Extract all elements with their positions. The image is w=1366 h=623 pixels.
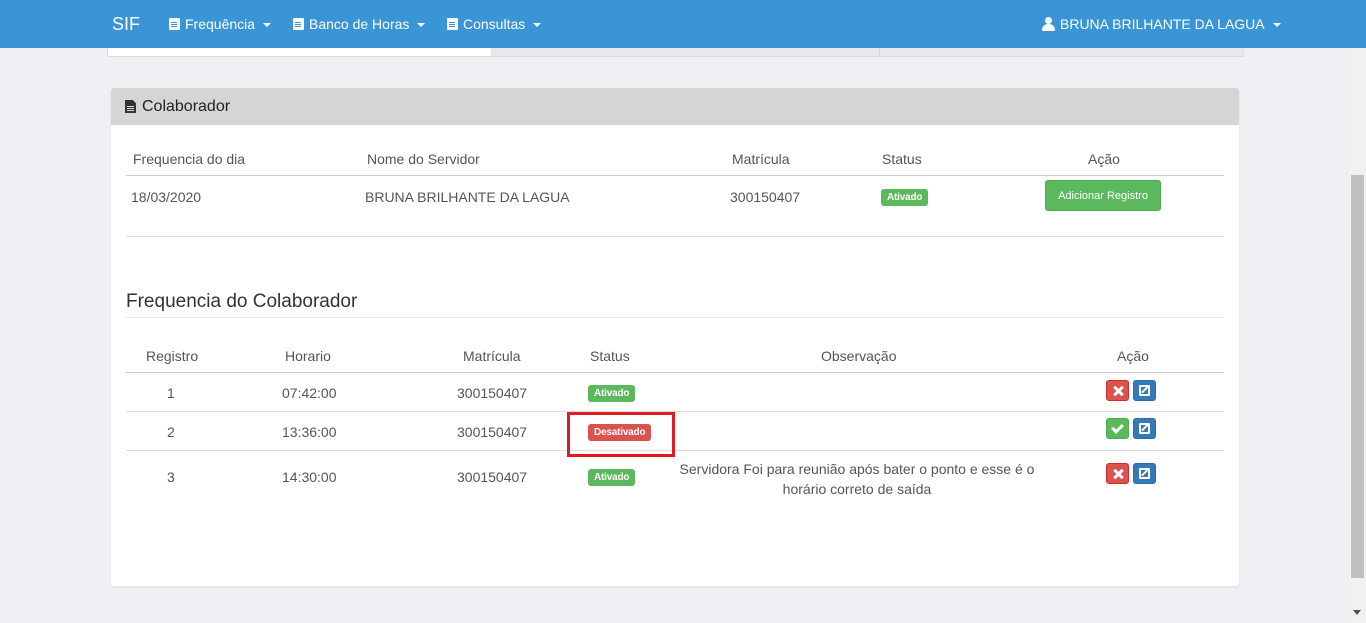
check-icon: [1111, 420, 1124, 434]
freq-header-registro: Registro: [146, 348, 199, 364]
close-icon: [1113, 386, 1123, 396]
menu-banco-de-horas[interactable]: Banco de Horas: [293, 16, 426, 32]
user-menu-label: BRUNA BRILHANTE DA LAGUA: [1060, 16, 1265, 32]
freq-header-matricula: Matrícula: [463, 348, 521, 364]
observacao-line-1: Servidora Foi para reunião após bater o …: [679, 461, 1035, 477]
menu-frequencia-label: Frequência: [185, 16, 256, 32]
freq-row-3-edit-button[interactable]: [1133, 463, 1156, 484]
freq-row-1-status-badge: Ativado: [588, 385, 636, 402]
col-header-status: Status: [882, 151, 922, 167]
freq-row-2-registro: 2: [167, 424, 175, 440]
active-tab-segment: [108, 48, 491, 56]
section-divider: [126, 317, 1224, 318]
top-navbar: SIF Frequência Banco de Horas Consultas …: [0, 0, 1366, 48]
edit-icon: [1139, 385, 1150, 396]
menu-frequencia[interactable]: Frequência: [169, 16, 272, 32]
file-icon: [125, 100, 136, 113]
freq-row-1-registro: 1: [167, 385, 175, 401]
adicionar-registro-button[interactable]: Adicionar Registro: [1045, 180, 1161, 211]
freq-row-2-activate-button[interactable]: [1106, 418, 1129, 439]
caret-down-icon: [417, 23, 426, 27]
user-icon: [1042, 17, 1055, 31]
page-scrollbar-thumb[interactable]: [1351, 175, 1364, 578]
freq-row-3-status-badge: Ativado: [588, 469, 636, 486]
freq-row-2-matricula: 300150407: [457, 424, 528, 440]
freq-row-1-horario: 07:42:00: [282, 385, 337, 401]
menu-banco-de-horas-label: Banco de Horas: [309, 16, 410, 32]
colaborador-panel: Colaborador Frequencia do dia Nome do Se…: [111, 88, 1239, 586]
document-search-icon: [447, 18, 458, 30]
scroll-down-arrow-icon[interactable]: [1353, 610, 1361, 615]
caret-down-icon: [533, 23, 542, 27]
freq-row-1-edit-button[interactable]: [1133, 380, 1156, 401]
status-badge: Ativado: [881, 189, 929, 206]
freq-row-3-delete-button[interactable]: [1106, 463, 1129, 484]
freq-row-1-matricula: 300150407: [457, 385, 528, 401]
freq-row-1-delete-button[interactable]: [1106, 380, 1129, 401]
freq-row-3-matricula: 300150407: [457, 469, 528, 485]
caret-down-icon: [1272, 23, 1281, 27]
close-icon: [1113, 469, 1123, 479]
freq-header-horario: Horario: [285, 348, 331, 364]
document-icon: [293, 18, 304, 30]
brand-logo[interactable]: SIF: [112, 14, 140, 35]
col-header-frequencia-dia: Frequencia do dia: [133, 151, 246, 167]
col-header-matricula: Matrícula: [732, 151, 790, 167]
edit-icon: [1139, 423, 1150, 434]
row-divider: [126, 236, 1224, 237]
top-tab-strip: [107, 48, 1244, 57]
col-header-acao: Ação: [1088, 151, 1120, 167]
freq-header-acao: Ação: [1117, 348, 1149, 364]
menu-consultas-label: Consultas: [463, 16, 526, 32]
col-header-nome: Nome do Servidor: [367, 151, 480, 167]
freq-row-3-observacao: Servidora Foi para reunião após bater o …: [677, 459, 1037, 499]
cell-data: 18/03/2020: [131, 189, 202, 205]
highlight-annotation-box: [567, 412, 675, 457]
tab-divider: [879, 48, 880, 56]
freq-row-2-edit-button[interactable]: [1133, 418, 1156, 439]
section-title-frequencia: Frequencia do Colaborador: [126, 291, 358, 312]
calendar-clock-icon: [169, 18, 180, 30]
observacao-line-2: horário correto de saída: [782, 481, 932, 497]
panel-title: Colaborador: [142, 97, 231, 115]
header-divider: [126, 175, 1224, 176]
freq-row-3-horario: 14:30:00: [282, 469, 337, 485]
freq-row-divider: [126, 411, 1224, 412]
freq-header-status: Status: [590, 348, 630, 364]
menu-consultas[interactable]: Consultas: [447, 16, 542, 32]
freq-row-3-registro: 3: [167, 469, 175, 485]
panel-heading: Colaborador: [111, 88, 1239, 125]
freq-row-2-horario: 13:36:00: [282, 424, 337, 440]
cell-nome: BRUNA BRILHANTE DA LAGUA: [365, 189, 570, 205]
edit-icon: [1139, 468, 1150, 479]
caret-down-icon: [263, 23, 272, 27]
freq-row-divider: [126, 450, 1224, 451]
freq-header-divider: [126, 372, 1224, 373]
freq-header-observacao: Observação: [821, 348, 897, 364]
cell-matricula: 300150407: [730, 189, 801, 205]
user-menu[interactable]: BRUNA BRILHANTE DA LAGUA: [1042, 16, 1281, 32]
